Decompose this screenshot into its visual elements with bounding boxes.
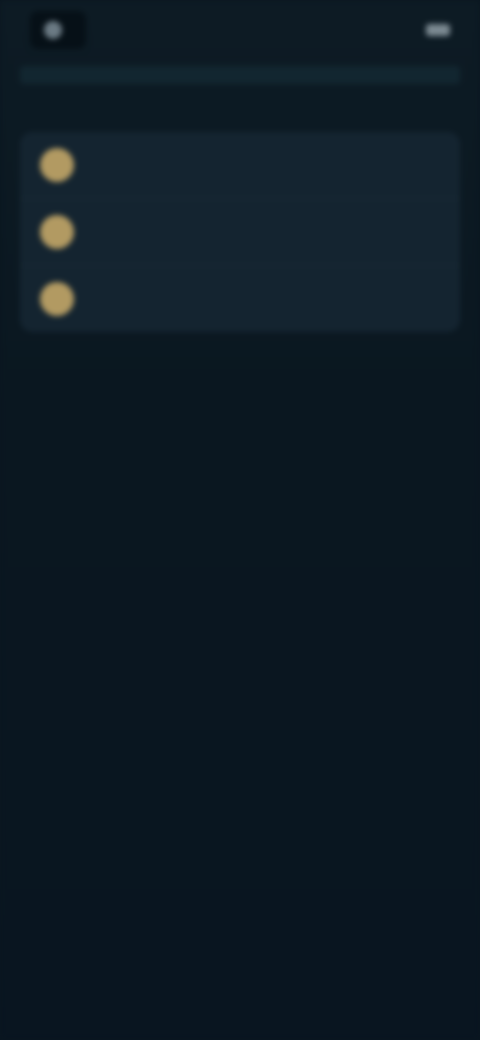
address-bar[interactable] <box>20 66 460 84</box>
battery-icon <box>426 24 450 36</box>
item-icon <box>40 215 74 249</box>
screen <box>0 0 480 1040</box>
item-icon <box>40 282 74 316</box>
list-item[interactable] <box>20 132 460 199</box>
list-item[interactable] <box>20 266 460 332</box>
status-indicators <box>418 24 450 36</box>
item-icon <box>40 148 74 182</box>
options-list <box>20 132 460 332</box>
list-item[interactable] <box>20 199 460 266</box>
back-area[interactable] <box>30 11 86 49</box>
back-icon[interactable] <box>44 21 62 39</box>
status-bar <box>0 0 480 60</box>
